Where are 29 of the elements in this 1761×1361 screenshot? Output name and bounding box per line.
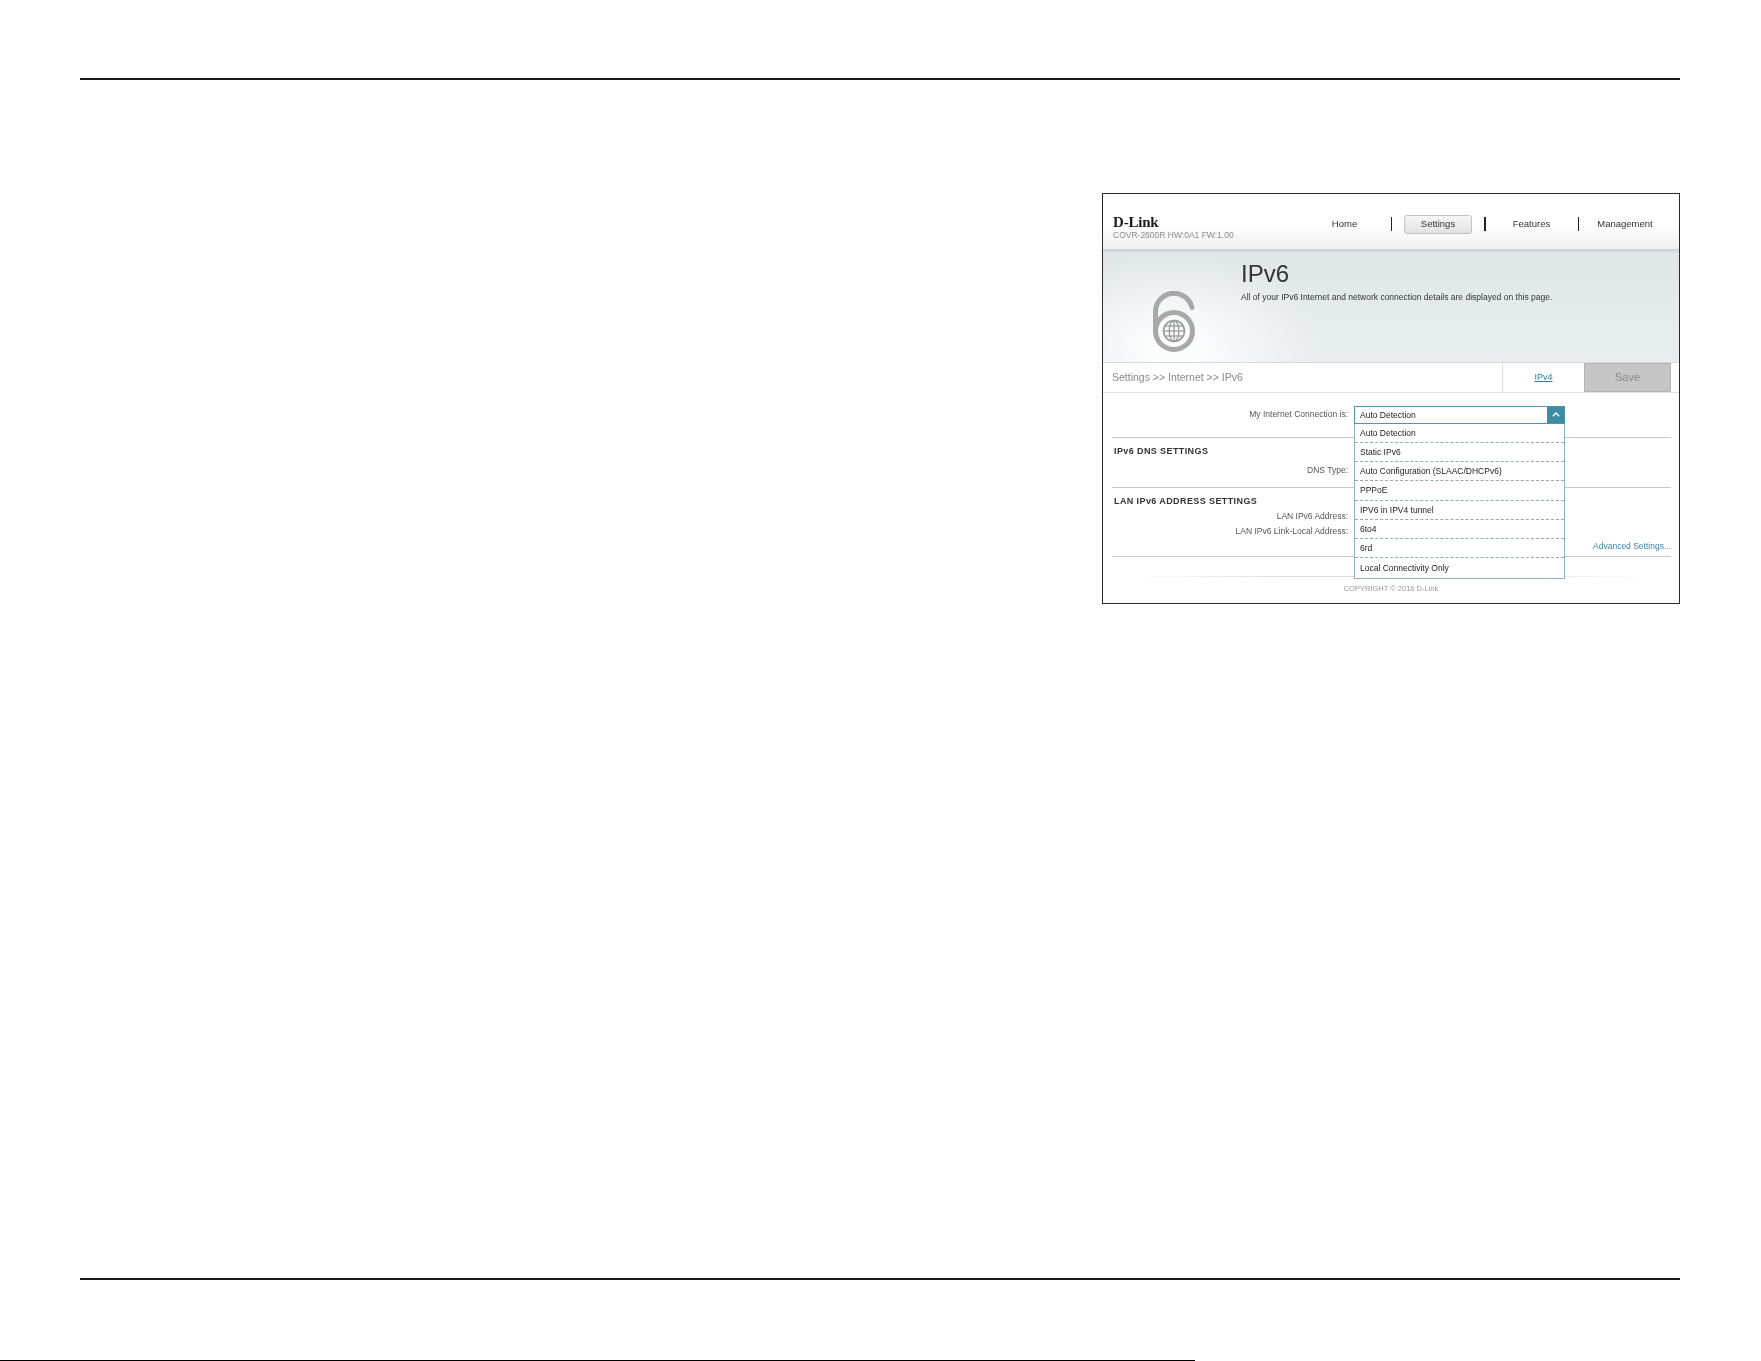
chevron-up-icon	[1551, 412, 1560, 417]
dropdown-option[interactable]: Local Connectivity Only	[1355, 558, 1564, 578]
model-info-text: COVR-2600R HW:0A1 FW:1.00	[1113, 229, 1234, 241]
nav-tab[interactable]: Management	[1597, 218, 1653, 230]
page-title: IPv6	[1241, 259, 1290, 288]
field-label: LAN IPv6 Link-Local Address:	[1235, 524, 1348, 538]
field-label: LAN IPv6 Address:	[1276, 509, 1348, 523]
nav-tab[interactable]: Home	[1331, 218, 1358, 230]
dropdown-option[interactable]: Static IPv6	[1355, 442, 1564, 462]
section-heading: LAN IPv6 ADDRESS SETTINGS	[1114, 494, 1258, 508]
dropdown-option[interactable]: Auto Detection	[1355, 423, 1564, 443]
dropdown-option[interactable]: 6to4	[1355, 519, 1564, 539]
nav-tab[interactable]: Settings	[1404, 214, 1472, 234]
brand-logo: D-Link	[1113, 214, 1159, 230]
field-label: My Internet Connection is:	[1249, 408, 1348, 421]
padlock-globe-icon	[1150, 290, 1198, 352]
nav-tab[interactable]: Features	[1512, 218, 1551, 230]
dropdown-option[interactable]: Auto Configuration (SLAAC/DHCPv6)	[1355, 462, 1564, 482]
dropdown-option[interactable]: IPV6 in IPV4 tunnel	[1355, 500, 1564, 520]
advanced-settings-link[interactable]: Advanced Settings...	[1593, 538, 1671, 553]
connection-select[interactable]: Auto Detection	[1354, 405, 1565, 424]
breadcrumb-text: Settings >> Internet >> IPv6	[1112, 371, 1243, 383]
field-label: DNS Type:	[1307, 463, 1348, 477]
dropdown-option[interactable]: PPPoE	[1355, 481, 1564, 501]
section-heading: IPv6 DNS SETTINGS	[1114, 444, 1209, 458]
page-description: All of your IPv6 Internet and network connection details are displayed on this page.	[1241, 291, 1553, 303]
dropdown-toggle-button[interactable]	[1547, 406, 1564, 423]
ipv4-link[interactable]: IPv4	[1534, 372, 1553, 382]
dropdown-option[interactable]: 6rd	[1355, 539, 1564, 559]
